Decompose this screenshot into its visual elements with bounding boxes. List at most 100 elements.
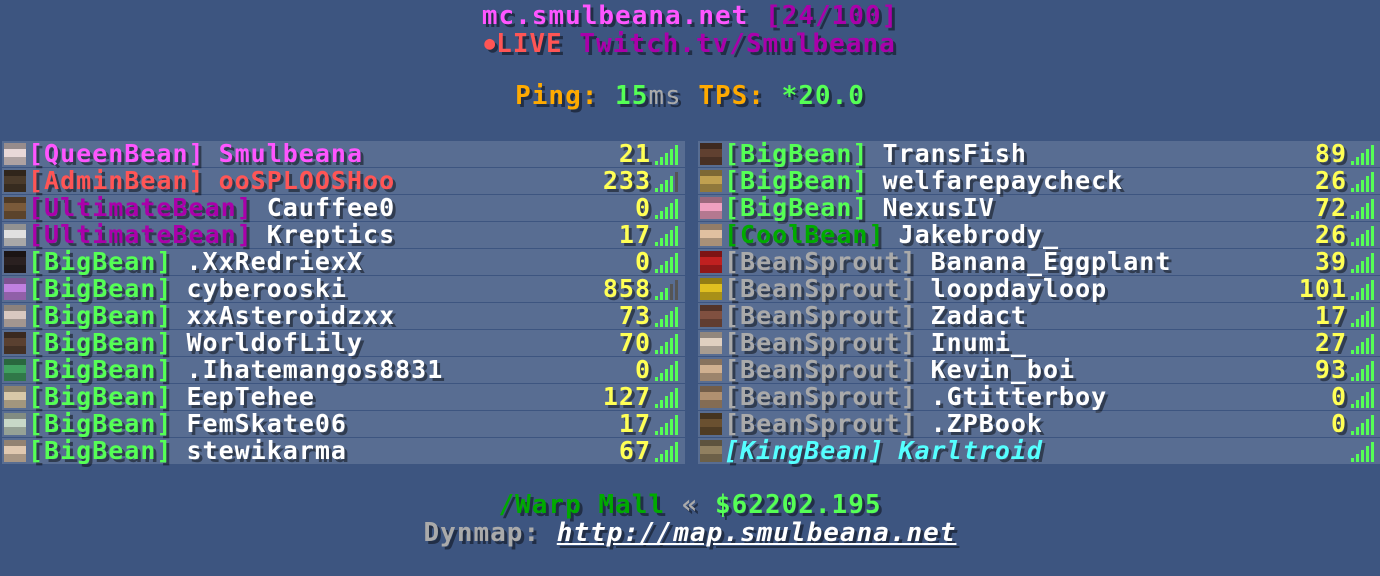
player-row: [BigBean] cyberooski 858 — [2, 274, 685, 303]
signal-bars-icon — [655, 199, 681, 219]
player-ping: 73 — [618, 301, 651, 330]
server-address-line: mc.smulbeana.net [24/100] — [0, 2, 1380, 30]
player-head-icon — [4, 332, 26, 354]
player-name: Cauffee0 — [266, 193, 396, 222]
signal-bars-icon — [655, 280, 681, 300]
player-ping: 39 — [1314, 247, 1347, 276]
player-entry: [BigBean] .XxRedriexX — [28, 248, 363, 276]
live-line: ●LIVE Twitch.tv/Smulbeana — [0, 30, 1380, 58]
player-head-icon — [700, 305, 722, 327]
player-rank: [QueenBean] — [28, 139, 205, 168]
player-name: .Gtitterboy — [930, 382, 1108, 411]
player-entry: [BeanSprout] loopdayloop — [724, 275, 1107, 303]
tps-value: *20.0 — [781, 81, 865, 111]
player-entry: [BigBean] WorldofLily — [28, 329, 363, 357]
player-ping: 127 — [602, 382, 651, 411]
player-ping: 0 — [634, 355, 651, 384]
player-row: [BeanSprout] Banana_Eggplant 39 — [698, 247, 1380, 276]
player-name: Kreptics — [266, 220, 396, 249]
player-entry: [QueenBean] Smulbeana — [28, 140, 363, 168]
player-list-right: [BigBean] TransFish 89 [BigBean] welfarepayc… — [698, 139, 1380, 465]
player-name: Kevin_boi — [930, 355, 1076, 384]
player-ping: 67 — [618, 436, 651, 465]
server-address: mc.smulbeana.net — [481, 1, 749, 31]
player-head-icon — [700, 170, 722, 192]
signal-bars-icon — [655, 334, 681, 354]
balance: $62202.195 — [714, 490, 882, 520]
player-name: Inumi_ — [930, 328, 1027, 357]
player-head-icon — [700, 413, 722, 435]
player-name: .XxRedriexX — [186, 247, 364, 276]
player-name: Smulbeana — [218, 139, 364, 168]
player-head-icon — [4, 440, 26, 462]
player-head-icon — [4, 278, 26, 300]
player-entry: [BeanSprout] Kevin_boi — [724, 356, 1075, 384]
player-name: TransFish — [882, 139, 1027, 168]
player-ping: 0 — [1330, 409, 1347, 438]
player-rank: [UltimateBean] — [28, 193, 253, 222]
player-row: [BeanSprout] .ZPBook 0 — [698, 409, 1380, 438]
player-head-icon — [4, 413, 26, 435]
player-rank: [BigBean] — [28, 409, 173, 438]
signal-bars-icon — [655, 226, 681, 246]
player-rank: [BigBean] — [28, 436, 173, 465]
player-ping: 233 — [602, 166, 651, 195]
ping-value: 15ms — [615, 81, 682, 111]
signal-bars-icon — [655, 145, 681, 165]
player-row: [KingBean] Karltroid — [698, 437, 1380, 465]
player-entry: [BeanSprout] .Gtitterboy — [724, 383, 1107, 411]
player-head-icon — [4, 305, 26, 327]
signal-bars-icon — [1351, 226, 1377, 246]
dynmap-line: Dynmap: http://map.smulbeana.net — [0, 518, 1380, 548]
signal-bars-icon — [1351, 388, 1377, 408]
player-rank: [BigBean] — [724, 166, 869, 195]
player-head-icon — [700, 143, 722, 165]
player-entry: [BigBean] xxAsteroidzxx — [28, 302, 395, 330]
dynmap-link[interactable]: http://map.smulbeana.net — [557, 518, 957, 548]
player-name: welfarepaycheck — [882, 166, 1124, 195]
player-name: Jakebrody_ — [898, 220, 1060, 249]
signal-bars-icon — [655, 172, 681, 192]
player-head-icon — [700, 278, 722, 300]
player-ping: 17 — [1314, 301, 1347, 330]
player-row: [BigBean] EepTehee 127 — [2, 382, 685, 411]
player-row: [BeanSprout] Zadact 17 — [698, 301, 1380, 330]
player-name: Zadact — [930, 301, 1027, 330]
player-name: loopdayloop — [930, 274, 1108, 303]
player-rank: [BeanSprout] — [724, 328, 917, 357]
player-name: WorldofLily — [186, 328, 364, 357]
player-head-icon — [700, 332, 722, 354]
signal-bars-icon — [655, 388, 681, 408]
player-ping: 101 — [1298, 274, 1347, 303]
player-head-icon — [4, 359, 26, 381]
player-head-icon — [700, 386, 722, 408]
player-row: [BigBean] WorldofLily 70 — [2, 328, 685, 357]
player-name: cyberooski — [186, 274, 347, 303]
performance-line: Ping: 15ms TPS: *20.0 — [0, 82, 1380, 110]
player-head-icon — [4, 386, 26, 408]
player-name: FemSkate06 — [186, 409, 347, 438]
player-head-icon — [4, 224, 26, 246]
player-head-icon — [700, 251, 722, 273]
player-row: [BigBean] xxAsteroidzxx 73 — [2, 301, 685, 330]
player-row: [BigBean] .XxRedriexX 0 — [2, 248, 685, 276]
player-row: [BeanSprout] Inumi_ 27 — [698, 328, 1380, 357]
player-row: [BigBean] welfarepaycheck 26 — [698, 167, 1380, 195]
player-head-icon — [700, 440, 722, 462]
player-row: [AdminBean] ooSPLOOSHoo 233 — [2, 166, 685, 195]
player-ping: 70 — [618, 328, 651, 357]
player-row: [BigBean] stewikarma 67 — [2, 436, 685, 465]
signal-bars-icon — [1351, 334, 1377, 354]
signal-bars-icon — [1351, 145, 1377, 165]
player-entry: [BigBean] welfarepaycheck — [724, 167, 1123, 195]
player-ping: 0 — [634, 193, 651, 222]
player-head-icon — [700, 359, 722, 381]
player-head-icon — [4, 143, 26, 165]
player-row: [CoolBean] Jakebrody_ 26 — [698, 220, 1380, 249]
warp-name: /Warp Mall — [498, 490, 666, 520]
player-entry: [BeanSprout] Banana_Eggplant — [724, 248, 1171, 276]
player-ping: 17 — [618, 220, 651, 249]
player-entry: [BigBean] NexusIV — [724, 194, 995, 222]
player-entry: [BigBean] stewikarma — [28, 437, 347, 465]
player-head-icon — [4, 197, 26, 219]
